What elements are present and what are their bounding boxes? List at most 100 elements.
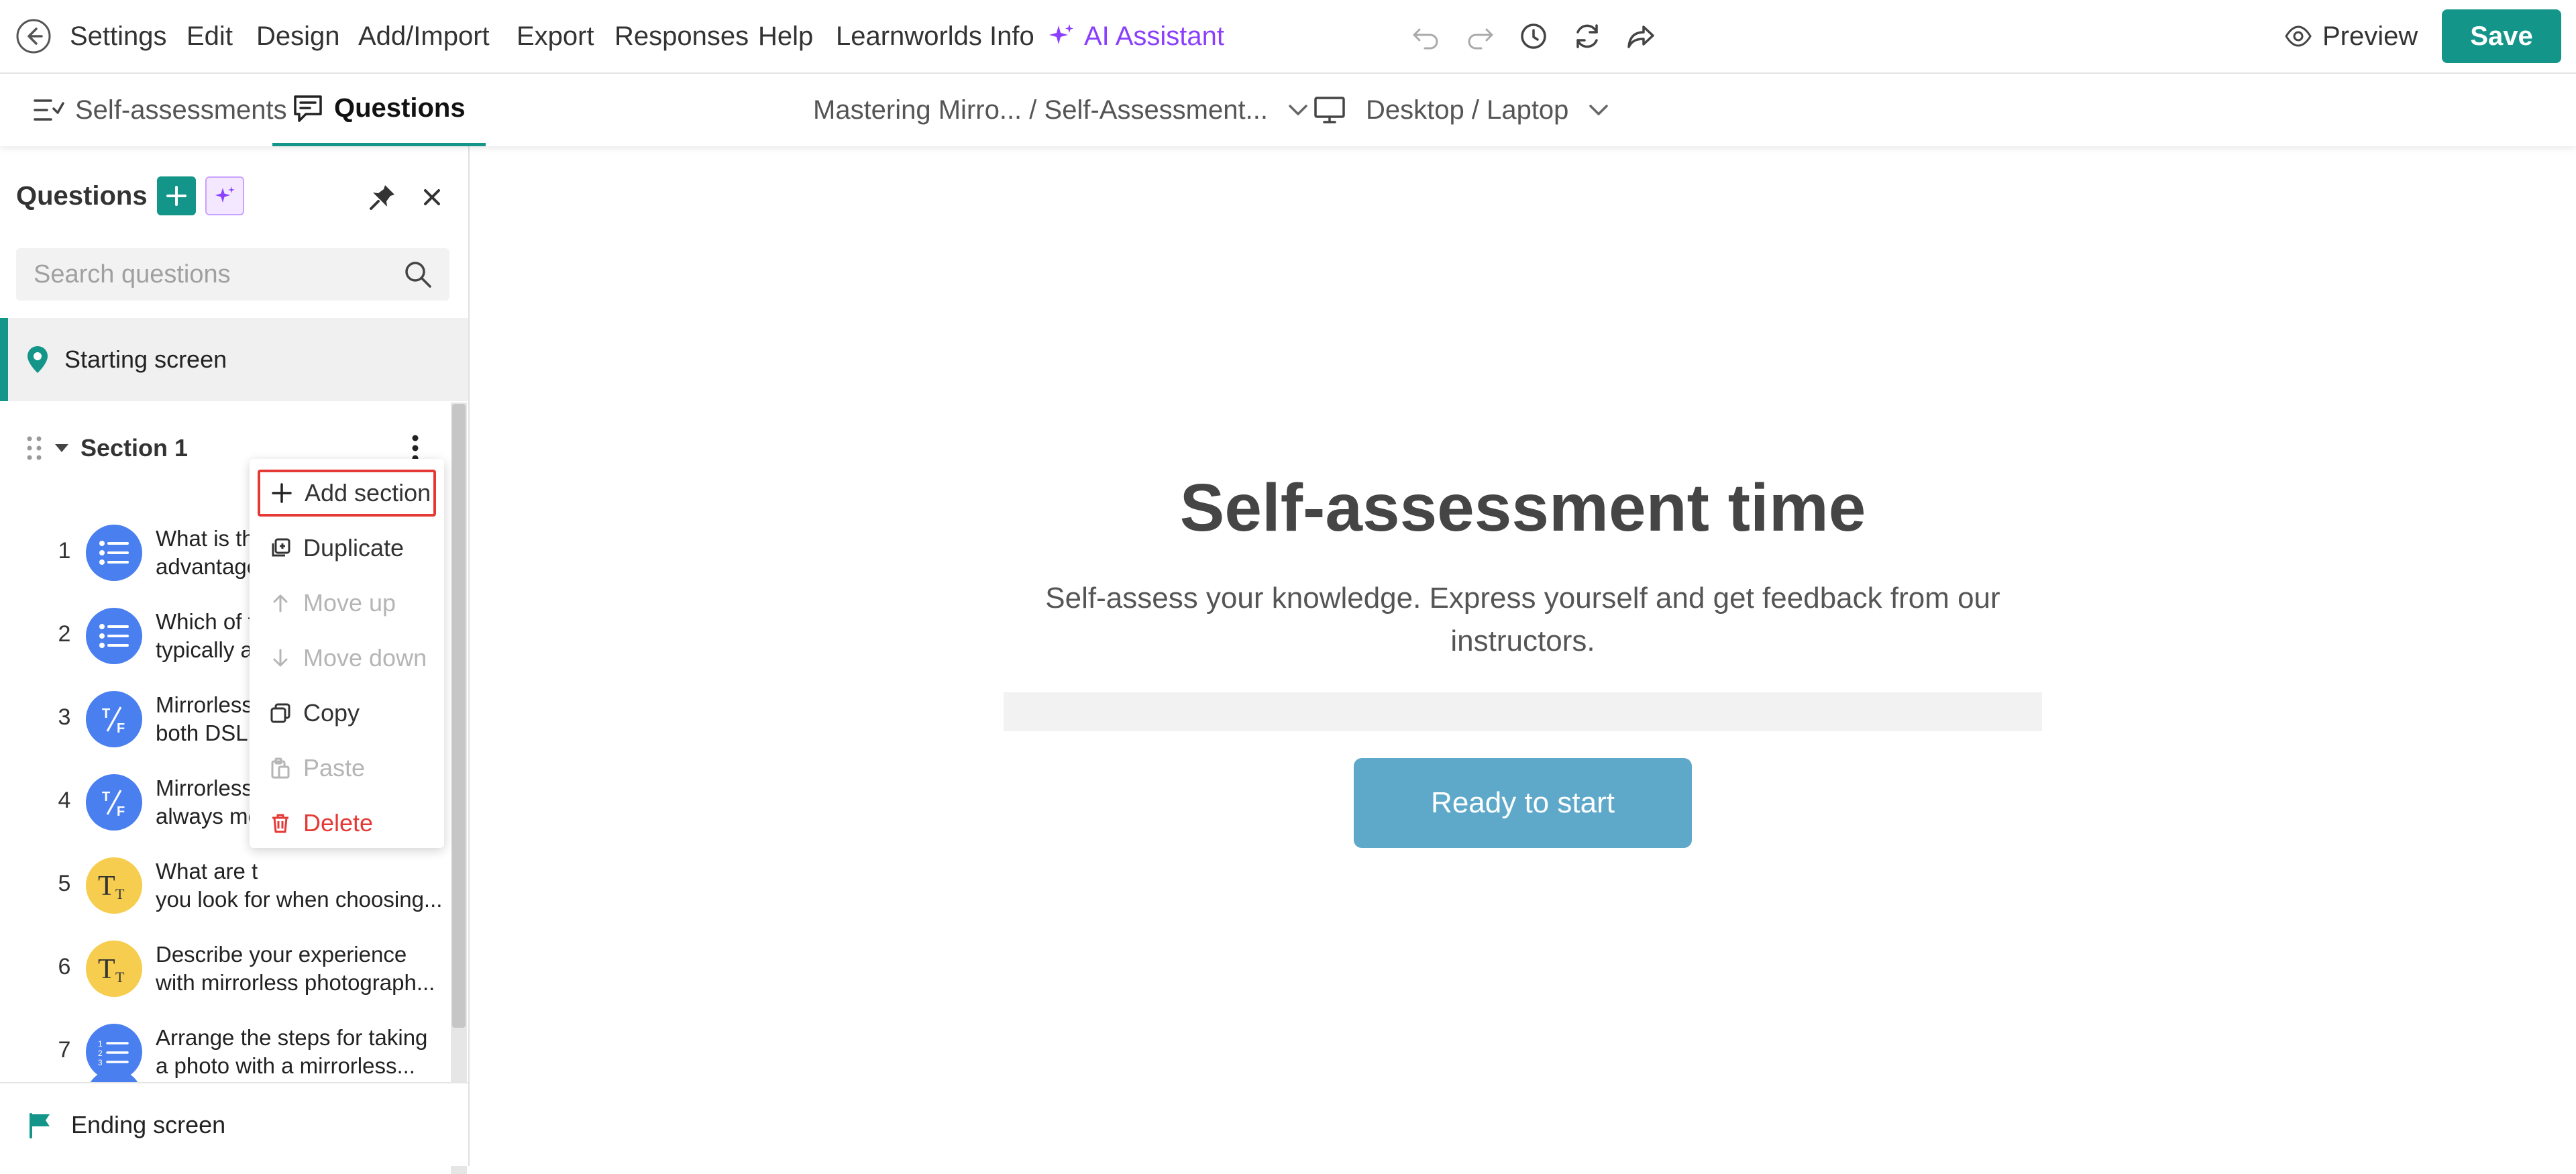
pin-icon[interactable] (368, 182, 397, 212)
flag-icon (30, 1112, 50, 1138)
share-icon[interactable] (1622, 17, 1660, 55)
questions-chat-icon (294, 95, 322, 122)
paste-label: Paste (303, 754, 366, 782)
checklist-icon (34, 99, 64, 121)
svg-text:2: 2 (98, 1049, 103, 1058)
question-number: 5 (58, 871, 71, 896)
ready-to-start-button[interactable]: Ready to start (1354, 758, 1692, 848)
question-item[interactable]: 6 TT Describe your experience with mirro… (0, 928, 449, 1012)
device-label: Desktop / Laptop (1366, 95, 1569, 125)
tab-self-assessments[interactable]: Self-assessments (34, 74, 287, 146)
move-up-label: Move up (303, 589, 396, 617)
tab-self-assessments-label: Self-assessments (75, 95, 287, 125)
true-false-icon: TF (86, 774, 142, 831)
ending-screen-item[interactable]: Ending screen (0, 1082, 468, 1166)
back-icon[interactable] (15, 17, 52, 55)
caret-down-icon[interactable] (54, 441, 70, 455)
sidebar-header: Questions (16, 176, 244, 216)
menu-add-section[interactable]: Add section (258, 470, 436, 517)
menu-learnworlds-info[interactable]: Learnworlds Info (836, 0, 1034, 72)
breadcrumb[interactable]: Mastering Mirro... / Self-Assessment... (813, 74, 1308, 146)
eye-icon (2285, 25, 2312, 47)
ai-generate-question-button[interactable] (205, 176, 244, 215)
save-button[interactable]: Save (2442, 9, 2561, 63)
breadcrumb-text: Mastering Mirro... / Self-Assessment... (813, 95, 1268, 125)
redo-icon[interactable] (1461, 17, 1499, 55)
starting-screen-label: Starting screen (64, 345, 227, 373)
svg-text:T: T (115, 886, 125, 902)
question-item-partial (86, 1069, 142, 1083)
menu-move-down[interactable]: Move down (270, 635, 437, 682)
duplicate-icon (272, 538, 290, 557)
true-false-icon: TF (86, 691, 142, 747)
description-line-1: Self-assess your knowledge. Express your… (1045, 582, 2000, 615)
content-placeholder-block[interactable] (1004, 692, 2042, 731)
svg-text:F: F (117, 804, 125, 819)
chevron-down-icon (1589, 105, 1609, 115)
sidebar-scrollbar-thumb[interactable] (452, 404, 466, 1028)
menu-add-import[interactable]: Add/Import (358, 0, 490, 72)
ending-screen-label: Ending screen (71, 1110, 226, 1138)
drag-handle-icon[interactable] (24, 433, 44, 463)
ai-assistant-label: AI Assistant (1084, 21, 1224, 51)
question-number: 1 (58, 538, 71, 564)
menu-settings[interactable]: Settings (70, 0, 167, 72)
svg-text:T: T (102, 706, 110, 721)
search-placeholder: Search questions (34, 260, 231, 288)
editor-toolbar: Self-assessments Questions Mastering Mir… (0, 74, 2576, 146)
search-icon (405, 262, 431, 288)
sparkle-icon (1049, 24, 1073, 44)
multiple-choice-icon (86, 525, 142, 581)
menu-design[interactable]: Design (256, 0, 340, 72)
search-questions-input[interactable]: Search questions (16, 248, 449, 301)
starting-screen-title[interactable]: Self-assessment time (805, 470, 2241, 547)
map-pin-icon (28, 346, 48, 373)
starting-screen-item[interactable]: Starting screen (0, 318, 468, 401)
device-selector[interactable]: Desktop / Laptop (1313, 74, 1609, 146)
close-icon[interactable] (417, 182, 447, 212)
desktop-icon (1314, 97, 1345, 123)
description-line-2: instructors. (1450, 625, 1595, 657)
menu-duplicate[interactable]: Duplicate (270, 525, 437, 572)
refresh-icon[interactable] (1568, 17, 1606, 55)
menu-delete[interactable]: Delete (270, 800, 437, 847)
paste-icon (271, 757, 290, 779)
menu-copy[interactable]: Copy (270, 690, 437, 737)
text-answer-icon: TT (86, 941, 142, 997)
duplicate-label: Duplicate (303, 534, 405, 562)
add-section-label: Add section (305, 479, 431, 506)
top-menu-bar: Settings Edit Design Add/Import Export R… (0, 0, 2576, 74)
menu-edit[interactable]: Edit (186, 0, 233, 72)
menu-move-up[interactable]: Move up (270, 580, 437, 627)
plus-icon (272, 483, 292, 503)
svg-text:F: F (117, 721, 125, 736)
ai-assistant-button[interactable]: AI Assistant (1046, 0, 1224, 72)
svg-text:T: T (98, 871, 115, 902)
menu-help[interactable]: Help (758, 0, 813, 72)
preview-button[interactable]: Preview (2284, 17, 2418, 55)
menu-paste[interactable]: Paste (270, 745, 437, 792)
preview-label: Preview (2322, 21, 2418, 51)
plus-icon (166, 186, 186, 206)
section-context-menu: Add section Duplicate Move up Move down … (250, 459, 444, 848)
menu-export[interactable]: Export (517, 0, 594, 72)
history-icon[interactable] (1515, 17, 1552, 55)
add-question-button[interactable] (156, 176, 196, 215)
svg-text:T: T (115, 969, 125, 985)
copy-icon (270, 703, 290, 723)
arrow-up-icon (273, 594, 288, 612)
question-item[interactable]: 5 TT What are t you look for when choosi… (0, 845, 449, 928)
tab-questions[interactable]: Questions (272, 74, 486, 146)
delete-label: Delete (303, 809, 374, 837)
question-text: Arrange the steps for taking a photo wit… (156, 1025, 428, 1078)
question-number: 6 (58, 954, 71, 979)
menu-responses[interactable]: Responses (614, 0, 749, 72)
svg-text:3: 3 (98, 1058, 103, 1066)
starting-screen-description[interactable]: Self-assess your knowledge. Express your… (1020, 577, 2026, 663)
chevron-down-icon (1289, 105, 1307, 115)
undo-icon[interactable] (1407, 17, 1445, 55)
section-label: Section 1 (80, 434, 189, 462)
copy-label: Copy (303, 699, 360, 727)
svg-text:T: T (102, 790, 110, 804)
tab-questions-label: Questions (334, 93, 466, 123)
